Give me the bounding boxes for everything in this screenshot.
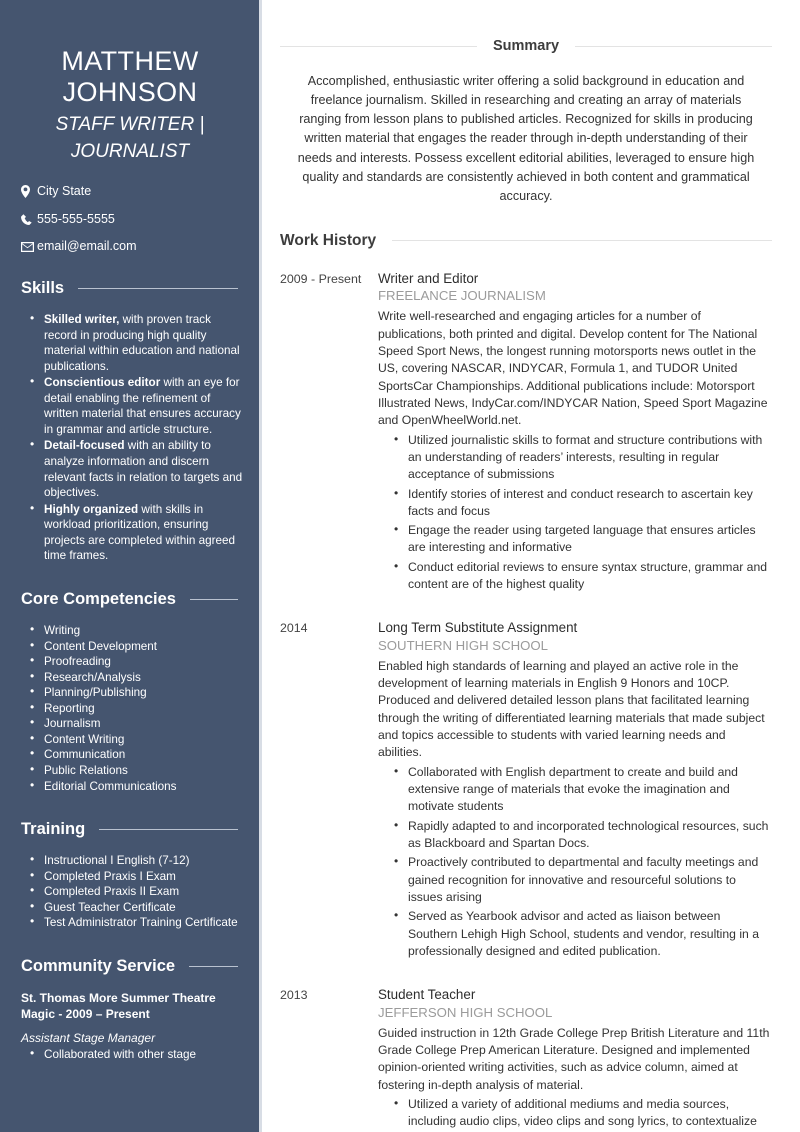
job-company: SOUTHERN HIGH SCHOOL: [378, 637, 548, 653]
list-item: Completed Praxis II Exam: [30, 883, 244, 900]
list-item: Content Development: [30, 638, 244, 655]
list-item: Editorial Communications: [30, 778, 244, 795]
sidebar-heading-training-label: Training: [21, 820, 86, 839]
phone-icon: [21, 214, 37, 225]
list-item: Planning/Publishing: [30, 684, 244, 701]
skill-bold: Conscientious editor: [44, 376, 161, 390]
training-list: Instructional I English (7-12) Completed…: [16, 852, 244, 931]
list-item: Content Writing: [30, 731, 244, 748]
candidate-headline-line-1: STAFF WRITER |: [55, 113, 205, 135]
list-item: Engage the reader using targeted languag…: [394, 521, 772, 557]
list-item: Utilized journalistic skills to format a…: [394, 431, 772, 484]
work-history-entry: 2013 Student Teacher JEFFERSON HIGH SCHO…: [280, 986, 772, 1132]
divider: [189, 965, 238, 967]
list-item: Proofreading: [30, 653, 244, 670]
contact-block: City State 555-555-5555 email@email.com: [16, 184, 244, 253]
candidate-last-name: JOHNSON: [62, 77, 198, 108]
list-item: Identify stories of interest and conduct…: [394, 485, 772, 521]
job-body: Long Term Substitute Assignment SOUTHERN…: [378, 619, 772, 960]
contact-location-text: City State: [37, 184, 92, 199]
candidate-first-name: MATTHEW: [61, 46, 199, 76]
name-block: MATTHEW JOHNSON STAFF WRITER | JOURNALIS…: [16, 0, 244, 163]
list-item: Rapidly adapted to and incorporated tech…: [394, 817, 772, 853]
sidebar: MATTHEW JOHNSON STAFF WRITER | JOURNALIS…: [0, 0, 262, 1132]
job-description: Guided instruction in 12th Grade College…: [378, 1025, 770, 1092]
list-item: Detail-focused with an ability to analyz…: [30, 437, 244, 500]
sidebar-heading-community-service-label: Community Service: [21, 956, 176, 975]
divider-left: [280, 45, 477, 47]
list-item: Writing: [30, 622, 244, 639]
contact-email: email@email.com: [21, 240, 244, 253]
sidebar-heading-skills: Skills: [16, 279, 244, 298]
list-item: Collaborated with other stage: [30, 1046, 244, 1063]
job-bullets: Utilized a variety of additional mediums…: [378, 1095, 772, 1132]
work-history-heading: Work History: [280, 232, 772, 250]
job-dates: 2009 - Present: [280, 271, 362, 286]
work-history-heading-label: Work History: [280, 231, 377, 249]
work-history-entry: 2009 - Present Writer and Editor FREELAN…: [280, 270, 772, 593]
divider: [78, 287, 238, 289]
sidebar-heading-core-competencies-label: Core Competencies: [21, 589, 176, 608]
job-bullets: Collaborated with English department to …: [378, 763, 772, 961]
list-item: Conscientious editor with an eye for det…: [30, 374, 244, 437]
contact-phone-text: 555-555-5555: [37, 211, 115, 226]
community-service-role: Assistant Stage Manager: [21, 1031, 156, 1046]
job-dates: 2014: [280, 621, 308, 636]
job-title: Long Term Substitute Assignment: [378, 620, 578, 636]
envelope-icon: [21, 241, 37, 252]
list-item: Journalism: [30, 715, 244, 732]
list-item: Research/Analysis: [30, 669, 244, 686]
skill-bold: Highly organized: [44, 502, 139, 516]
location-pin-icon: [21, 184, 37, 198]
list-item: Test Administrator Training Certificate: [30, 914, 244, 931]
job-body: Writer and Editor FREELANCE JOURNALISM W…: [378, 270, 772, 593]
core-competencies-list: Writing Content Development Proofreading…: [16, 622, 244, 795]
job-description: Enabled high standards of learning and p…: [378, 658, 765, 760]
sidebar-heading-skills-label: Skills: [21, 278, 65, 297]
list-item: Served as Yearbook advisor and acted as …: [394, 907, 772, 960]
sidebar-heading-core-competencies: Core Competencies: [16, 590, 244, 609]
list-item: Communication: [30, 746, 244, 763]
list-item: Collaborated with English department to …: [394, 763, 772, 816]
sidebar-heading-community-service: Community Service: [16, 957, 244, 976]
skill-bold: Detail-focused: [44, 439, 125, 453]
skill-bold: Skilled writer,: [44, 312, 120, 326]
divider: [189, 598, 238, 600]
community-service-organization: St. Thomas More Summer Theatre Magic - 2…: [21, 990, 216, 1022]
list-item: Guest Teacher Certificate: [30, 899, 244, 916]
sidebar-heading-training: Training: [16, 820, 244, 839]
job-dates: 2013: [280, 988, 308, 1003]
resume-page: MATTHEW JOHNSON STAFF WRITER | JOURNALIS…: [0, 0, 800, 1132]
list-item: Instructional I English (7-12): [30, 852, 244, 869]
job-bullets: Utilized journalistic skills to format a…: [378, 431, 772, 594]
divider: [392, 240, 772, 242]
job-title: Student Teacher: [378, 987, 476, 1003]
divider: [99, 829, 238, 831]
contact-email-text: email@email.com: [37, 239, 137, 254]
community-service-list: Collaborated with other stage: [16, 1046, 244, 1063]
main-content: Summary Accomplished, enthusiastic write…: [262, 0, 800, 1132]
summary-text: Accomplished, enthusiastic writer offeri…: [297, 74, 755, 203]
job-company: JEFFERSON HIGH SCHOOL: [378, 1004, 553, 1020]
summary-heading-label: Summary: [492, 38, 560, 54]
list-item: Conduct editorial reviews to ensure synt…: [394, 558, 772, 594]
list-item: Public Relations: [30, 762, 244, 779]
work-history-entry: 2014 Long Term Substitute Assignment SOU…: [280, 619, 772, 960]
job-description: Write well-researched and engaging artic…: [378, 309, 768, 428]
list-item: Skilled writer, with proven track record…: [30, 311, 244, 374]
job-body: Student Teacher JEFFERSON HIGH SCHOOL Gu…: [378, 986, 772, 1132]
candidate-headline-line-2: JOURNALIST: [70, 140, 190, 162]
list-item: Highly organized with skills in workload…: [30, 501, 244, 564]
list-item: Completed Praxis I Exam: [30, 868, 244, 885]
job-title: Writer and Editor: [378, 270, 479, 286]
list-item: Reporting: [30, 700, 244, 717]
list-item: Proactively contributed to departmental …: [394, 853, 772, 906]
divider-right: [575, 45, 772, 47]
contact-phone: 555-555-5555: [21, 213, 244, 226]
list-item: Utilized a variety of additional mediums…: [394, 1095, 772, 1132]
job-company: FREELANCE JOURNALISM: [378, 288, 546, 304]
skills-list: Skilled writer, with proven track record…: [16, 311, 244, 564]
summary-heading: Summary: [280, 0, 772, 54]
contact-location: City State: [21, 184, 244, 199]
